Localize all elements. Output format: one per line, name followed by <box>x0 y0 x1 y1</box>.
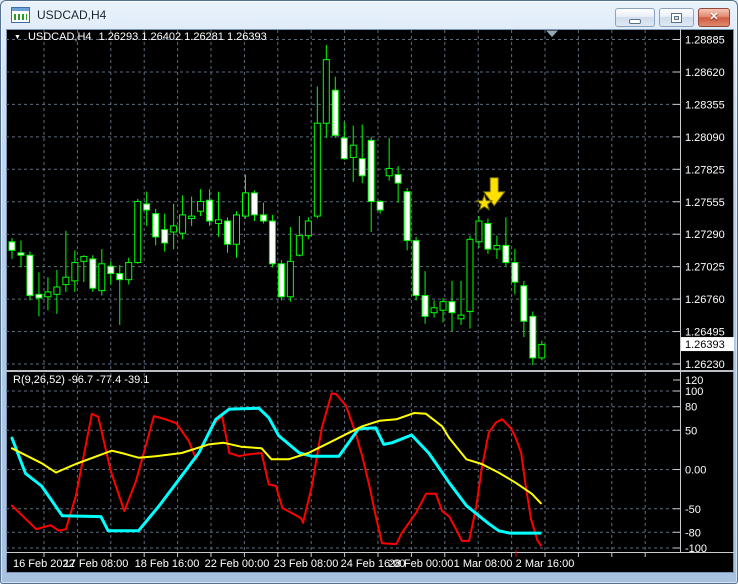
grid-vertical <box>43 30 646 551</box>
svg-text:-50: -50 <box>685 504 701 516</box>
chart-window: USDCAD,H4 ✕ 1.28885 1.28620 1.28355 1.28090… <box>0 0 738 584</box>
svg-text:1.26760: 1.26760 <box>685 294 725 306</box>
svg-text:2 Mar 16:00: 2 Mar 16:00 <box>516 558 575 570</box>
svg-text:1.27025: 1.27025 <box>685 262 725 274</box>
sell-signal-marker <box>475 177 506 211</box>
svg-text:0.00: 0.00 <box>685 465 706 477</box>
price-grid <box>6 39 679 365</box>
scroll-anchor-icon[interactable] <box>546 30 558 38</box>
svg-text:100: 100 <box>685 386 703 398</box>
current-price-tag: 1.26393 <box>681 337 734 352</box>
indicator-label: R(9,26,52) -96.7 -77.4 -39.1 <box>13 374 150 386</box>
svg-text:17 Feb 08:00: 17 Feb 08:00 <box>64 558 129 570</box>
svg-text:1.27555: 1.27555 <box>685 197 725 209</box>
svg-text:-100: -100 <box>685 543 707 555</box>
pane-divider[interactable] <box>6 370 734 372</box>
svg-text:1.27290: 1.27290 <box>685 229 725 241</box>
svg-text:1.27825: 1.27825 <box>685 164 725 176</box>
svg-text:1.28355: 1.28355 <box>685 99 725 111</box>
svg-text:1.26393: 1.26393 <box>685 339 725 351</box>
svg-text:28 Feb 00:00: 28 Feb 00:00 <box>389 558 454 570</box>
svg-text:1.26230: 1.26230 <box>685 359 725 371</box>
svg-text:1 Mar 08:00: 1 Mar 08:00 <box>454 558 513 570</box>
svg-text:80: 80 <box>685 402 697 414</box>
indicator-series-medium <box>10 406 542 535</box>
svg-text:18 Feb 16:00: 18 Feb 16:00 <box>135 558 200 570</box>
svg-text:-80: -80 <box>685 527 701 539</box>
svg-text:1.28090: 1.28090 <box>685 132 725 144</box>
chart-canvas[interactable]: 1.28885 1.28620 1.28355 1.28090 1.27825 1.275… <box>1 1 738 584</box>
svg-text:22 Feb 00:00: 22 Feb 00:00 <box>205 558 270 570</box>
svg-text:50: 50 <box>685 425 697 437</box>
symbol-caret-icon: ▼ <box>14 33 21 41</box>
svg-text:1.28885: 1.28885 <box>685 35 725 47</box>
svg-text:1.28620: 1.28620 <box>685 67 725 79</box>
indicator-axis-labels: 12010080500.00-50-80-100 <box>673 375 707 555</box>
svg-text:23 Feb 08:00: 23 Feb 08:00 <box>274 558 339 570</box>
symbol-info-line: ▼ USDCAD,H4 1.26293 1.26402 1.26281 1.26… <box>14 31 267 43</box>
ohlc-values: 1.26293 1.26402 1.26281 1.26393 <box>98 31 267 43</box>
candlesticks <box>8 45 546 366</box>
symbol-period-label: USDCAD,H4 <box>27 31 92 43</box>
svg-text:1.26495: 1.26495 <box>685 327 725 339</box>
